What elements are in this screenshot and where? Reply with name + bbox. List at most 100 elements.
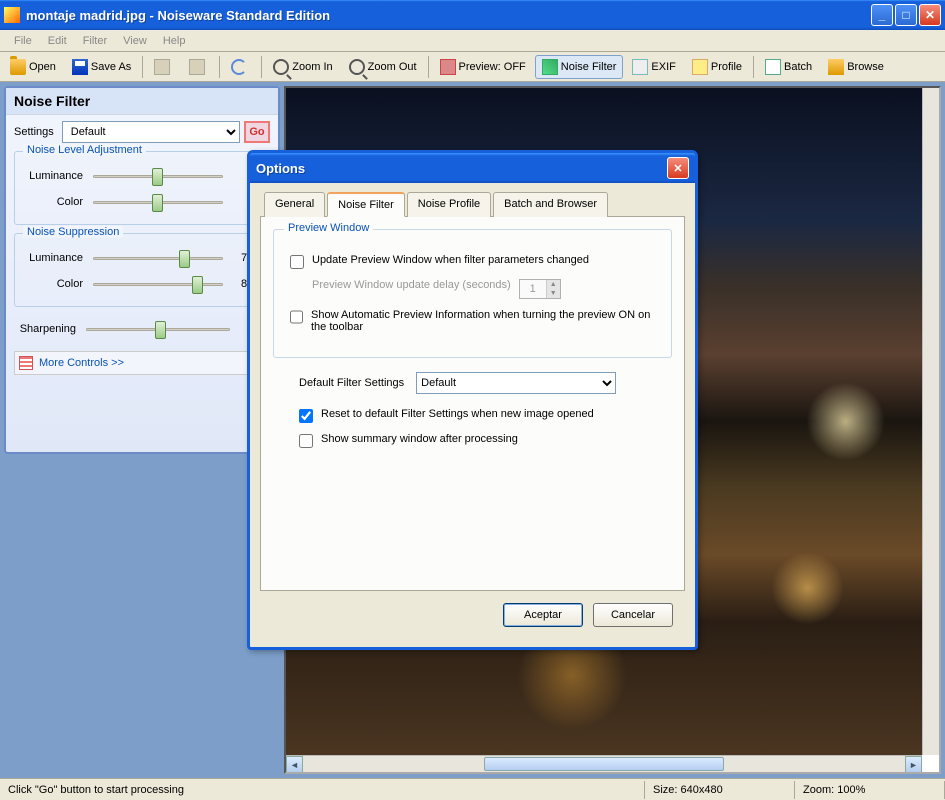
- nl-luminance-slider[interactable]: [93, 166, 223, 186]
- batch-button[interactable]: Batch: [758, 55, 819, 79]
- update-preview-checkbox[interactable]: [290, 255, 304, 269]
- update-preview-label: Update Preview Window when filter parame…: [312, 254, 589, 266]
- zoom-out-icon: [349, 59, 365, 75]
- separator: [219, 56, 220, 78]
- open-button[interactable]: Open: [3, 55, 63, 79]
- reset-default-label: Reset to default Filter Settings when ne…: [321, 408, 594, 420]
- dialog-titlebar[interactable]: Options ✕: [250, 153, 695, 183]
- preview-window-group: Preview Window Update Preview Window whe…: [273, 229, 672, 358]
- zoom-in-button[interactable]: Zoom In: [266, 55, 339, 79]
- noise-level-group: Noise Level Adjustment Luminance 0% Colo…: [14, 151, 270, 225]
- separator: [142, 56, 143, 78]
- folder-open-icon: [10, 59, 26, 75]
- luminance-label: Luminance: [21, 170, 89, 182]
- delay-input[interactable]: [520, 280, 546, 298]
- sharpening-label: Sharpening: [14, 323, 82, 335]
- exif-button[interactable]: EXIF: [625, 55, 682, 79]
- menu-edit[interactable]: Edit: [40, 32, 75, 50]
- tab-general[interactable]: General: [264, 192, 325, 217]
- save-icon: [72, 59, 88, 75]
- noise-suppression-group: Noise Suppression Luminance 70% Color 80…: [14, 233, 270, 307]
- spinner-up-icon[interactable]: ▲: [546, 280, 560, 289]
- maximize-button[interactable]: □: [895, 4, 917, 26]
- show-summary-checkbox[interactable]: [299, 434, 313, 448]
- default-filter-select[interactable]: Default: [416, 372, 616, 394]
- tab-content: Preview Window Update Preview Window whe…: [260, 217, 685, 591]
- ns-luminance-slider[interactable]: [93, 248, 223, 268]
- auto-preview-info-checkbox[interactable]: [290, 310, 303, 324]
- show-summary-label: Show summary window after processing: [321, 433, 518, 445]
- scroll-thumb[interactable]: [484, 757, 725, 771]
- preview-icon: [440, 59, 456, 75]
- horizontal-scrollbar[interactable]: ◄ ►: [286, 755, 922, 772]
- more-controls-button[interactable]: More Controls >>: [14, 351, 270, 375]
- minimize-button[interactable]: _: [871, 4, 893, 26]
- menu-file[interactable]: File: [6, 32, 40, 50]
- undo-icon: [231, 59, 247, 75]
- menu-help[interactable]: Help: [155, 32, 194, 50]
- separator: [753, 56, 754, 78]
- more-controls-icon: [19, 356, 33, 370]
- tab-noise-profile[interactable]: Noise Profile: [407, 192, 491, 217]
- toolbar: Open Save As Zoom In Zoom Out Preview: O…: [0, 52, 945, 82]
- preview-legend: Preview Window: [284, 222, 373, 234]
- close-button[interactable]: ✕: [919, 4, 941, 26]
- dialog-tabs: General Noise Filter Noise Profile Batch…: [260, 191, 685, 217]
- menu-filter[interactable]: Filter: [75, 32, 115, 50]
- separator: [261, 56, 262, 78]
- color-label: Color: [21, 196, 89, 208]
- menu-view[interactable]: View: [115, 32, 155, 50]
- exif-icon: [632, 59, 648, 75]
- status-size: Size: 640x480: [645, 781, 795, 799]
- noise-level-legend: Noise Level Adjustment: [23, 144, 146, 156]
- reset-default-checkbox[interactable]: [299, 409, 313, 423]
- delay-label: Preview Window update delay (seconds): [312, 279, 511, 291]
- vertical-scrollbar[interactable]: [922, 88, 939, 755]
- undo-button[interactable]: [224, 55, 257, 79]
- save-as-button[interactable]: Save As: [65, 55, 138, 79]
- go-button[interactable]: Go: [244, 121, 270, 143]
- batch-icon: [765, 59, 781, 75]
- app-icon: [4, 7, 20, 23]
- browse-icon: [828, 59, 844, 75]
- auto-preview-info-label: Show Automatic Preview Information when …: [311, 309, 655, 333]
- default-filter-label: Default Filter Settings: [299, 377, 404, 389]
- dialog-title: Options: [256, 161, 667, 176]
- spinner-down-icon[interactable]: ▼: [546, 289, 560, 298]
- settings-select[interactable]: Default: [62, 121, 240, 143]
- separator: [428, 56, 429, 78]
- preview-toggle-button[interactable]: Preview: OFF: [433, 55, 533, 79]
- cancel-button[interactable]: Cancelar: [593, 603, 673, 627]
- copy-icon: [154, 59, 170, 75]
- delay-spinner[interactable]: ▲▼: [519, 279, 561, 299]
- titlebar: montaje madrid.jpg - Noiseware Standard …: [0, 0, 945, 30]
- profile-icon: [692, 59, 708, 75]
- noise-filter-panel: Noise Filter Settings Default Go Noise L…: [4, 86, 280, 454]
- noise-suppression-legend: Noise Suppression: [23, 226, 123, 238]
- status-hint: Click "Go" button to start processing: [0, 781, 645, 799]
- scroll-left-arrow[interactable]: ◄: [286, 756, 303, 773]
- nl-color-slider[interactable]: [93, 192, 223, 212]
- statusbar: Click "Go" button to start processing Si…: [0, 778, 945, 800]
- options-dialog: Options ✕ General Noise Filter Noise Pro…: [247, 150, 698, 650]
- noise-filter-button[interactable]: Noise Filter: [535, 55, 624, 79]
- profile-button[interactable]: Profile: [685, 55, 749, 79]
- settings-label: Settings: [14, 126, 54, 138]
- sharpening-slider[interactable]: [86, 319, 230, 339]
- ns-color-slider[interactable]: [93, 274, 223, 294]
- zoom-out-button[interactable]: Zoom Out: [342, 55, 424, 79]
- panel-title: Noise Filter: [6, 88, 278, 115]
- dialog-close-button[interactable]: ✕: [667, 157, 689, 179]
- noise-filter-icon: [542, 59, 558, 75]
- paste-button[interactable]: [182, 55, 215, 79]
- menubar: File Edit Filter View Help: [0, 30, 945, 52]
- copy-button[interactable]: [147, 55, 180, 79]
- tab-batch-browser[interactable]: Batch and Browser: [493, 192, 608, 217]
- browse-button[interactable]: Browse: [821, 55, 891, 79]
- accept-button[interactable]: Aceptar: [503, 603, 583, 627]
- scroll-right-arrow[interactable]: ►: [905, 756, 922, 773]
- window-title: montaje madrid.jpg - Noiseware Standard …: [26, 8, 869, 23]
- tab-noise-filter[interactable]: Noise Filter: [327, 192, 405, 217]
- color-label: Color: [21, 278, 89, 290]
- paste-icon: [189, 59, 205, 75]
